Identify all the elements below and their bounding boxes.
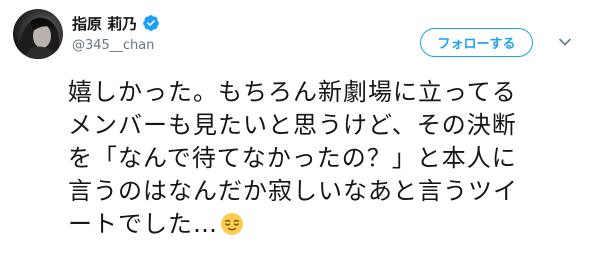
user-info: 指原 莉乃 @345__chan — [72, 12, 372, 53]
tweet-body: 嬉しかった。もちろん新劇場に立ってる メンバーも見たいと思うけど、その決断 を「… — [68, 78, 518, 238]
verified-badge-icon — [142, 14, 160, 32]
chevron-down-icon[interactable] — [557, 34, 573, 50]
tweet-text: 嬉しかった。もちろん新劇場に立ってる メンバーも見たいと思うけど、その決断 を「… — [68, 76, 583, 241]
avatar[interactable] — [13, 9, 63, 59]
follow-button[interactable]: フォローする — [420, 28, 533, 57]
tweet-card: 指原 莉乃 @345__chan フォローする 嬉しかった。もちろん新劇場に立っ… — [0, 0, 591, 256]
relieved-face-emoji — [220, 212, 244, 236]
name-row: 指原 莉乃 — [72, 12, 372, 34]
display-name[interactable]: 指原 莉乃 — [72, 13, 137, 34]
user-handle[interactable]: @345__chan — [72, 38, 372, 53]
avatar-image — [19, 17, 59, 59]
